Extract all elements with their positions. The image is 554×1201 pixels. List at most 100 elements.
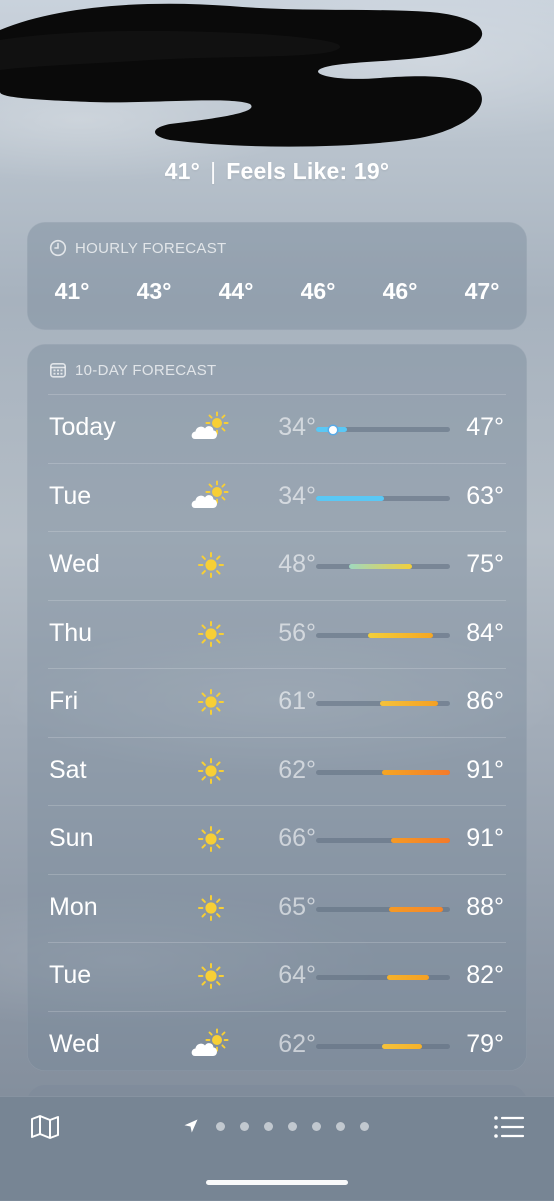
calendar-icon — [49, 361, 67, 379]
location-arrow-icon — [183, 1118, 199, 1134]
map-button[interactable] — [28, 1112, 62, 1142]
low-temp: 64° — [278, 961, 316, 989]
sun-icon — [189, 754, 233, 788]
day-row[interactable]: Thu 56° 84° — [48, 599, 506, 669]
day-name: Tue — [49, 481, 92, 510]
day-name: Fri — [49, 687, 79, 715]
page-dot[interactable] — [311, 1121, 321, 1131]
high-temp: 86° — [466, 687, 504, 715]
high-temp: 63° — [466, 481, 504, 510]
day-row[interactable]: Wed 62° 79° — [48, 1010, 506, 1080]
hourly-forecast-title: HOURLY FORECAST — [75, 239, 227, 257]
day-name: Sun — [49, 824, 94, 852]
day-row[interactable]: Mon 65° 88° — [48, 873, 506, 943]
low-temp: 61° — [278, 687, 316, 715]
low-temp: 48° — [278, 550, 316, 578]
sun-icon — [189, 548, 233, 582]
hourly-temp: 43° — [136, 278, 172, 304]
temp-range-bar — [316, 1043, 450, 1049]
high-temp: 91° — [466, 755, 504, 784]
high-temp: 79° — [466, 1029, 504, 1058]
sun-icon — [189, 685, 233, 719]
day-name: Sat — [49, 755, 87, 784]
hourly-forecast-header: HOURLY FORECAST — [27, 236, 226, 260]
low-temp: 62° — [278, 755, 316, 784]
current-conditions: 41° | Feels Like: 19° — [0, 158, 554, 185]
hourly-temp: 46° — [300, 278, 336, 304]
low-temp: 56° — [278, 618, 316, 647]
low-temp: 34° — [278, 481, 316, 510]
hourly-forecast-card[interactable]: HOURLY FORECAST 41° 43° 44° 46° 46° 47° — [27, 222, 527, 330]
temp-range-bar — [316, 701, 450, 706]
partly-sunny-icon — [189, 479, 233, 514]
temp-range-bar — [316, 564, 450, 569]
map-icon — [31, 1115, 59, 1139]
temp-range-fill — [386, 975, 429, 980]
temp-range-fill — [367, 632, 434, 638]
partly-sunny-icon — [189, 1027, 233, 1062]
day-name: Thu — [49, 618, 93, 647]
home-indicator[interactable] — [206, 1180, 348, 1185]
current-temp: 41° — [164, 158, 201, 184]
high-temp: 88° — [466, 892, 504, 921]
page-dot[interactable] — [215, 1121, 225, 1131]
temp-range-fill — [388, 906, 443, 912]
low-temp: 62° — [278, 1029, 316, 1058]
page-indicator[interactable] — [183, 1118, 376, 1134]
sun-icon — [189, 617, 233, 651]
temp-range-bar — [316, 495, 450, 501]
day-row[interactable]: Today 34° 47° — [48, 394, 506, 463]
current-temp-dot — [328, 425, 337, 434]
high-temp: 75° — [466, 550, 504, 578]
hourly-temp: 44° — [218, 278, 254, 304]
high-temp: 84° — [466, 618, 504, 647]
page-dot[interactable] — [239, 1121, 249, 1131]
bottom-toolbar — [0, 1096, 554, 1201]
day-name: Tue — [49, 961, 92, 989]
ten-day-forecast-header: 10-DAY FORECAST — [27, 358, 216, 382]
ten-day-forecast-title: 10-DAY FORECAST — [75, 361, 217, 379]
separator: | — [210, 158, 217, 184]
location-list-button[interactable] — [492, 1112, 526, 1142]
temp-range-bar — [316, 425, 450, 434]
sun-icon — [189, 822, 233, 856]
clock-icon — [49, 239, 67, 257]
day-row[interactable]: Fri 61° 86° — [48, 668, 506, 737]
temp-range-fill — [391, 838, 450, 843]
high-temp: 91° — [466, 824, 504, 852]
high-temp: 47° — [466, 413, 504, 441]
sun-icon — [189, 959, 233, 993]
hourly-temp: 41° — [54, 278, 90, 304]
low-temp: 66° — [278, 824, 316, 852]
day-row[interactable]: Wed 48° 75° — [48, 531, 506, 600]
redacted-location — [0, 3, 483, 147]
high-temp: 82° — [466, 961, 504, 989]
temp-range-bar — [316, 838, 450, 843]
temp-range-fill — [316, 495, 385, 501]
ten-day-forecast-card[interactable]: 10-DAY FORECAST Today 34° 47° Tue 34° 63° Wed 4… — [27, 344, 527, 1071]
day-row[interactable]: Sat 62° 91° — [48, 736, 506, 806]
temp-range-bar — [316, 975, 450, 980]
day-row[interactable]: Tue 34° 63° — [48, 462, 506, 532]
feels-like: Feels Like: 19° — [226, 158, 390, 184]
temp-range-fill — [381, 769, 450, 775]
temp-range-bar — [316, 632, 450, 638]
temp-range-fill — [381, 1043, 422, 1049]
temp-range-fill — [379, 701, 439, 706]
page-dot[interactable] — [359, 1121, 369, 1131]
page-dot[interactable] — [335, 1121, 345, 1131]
temp-range-bar — [316, 906, 450, 912]
temp-range-fill — [348, 564, 413, 569]
hourly-temp: 46° — [382, 278, 418, 304]
low-temp: 34° — [278, 413, 316, 441]
hourly-temp: 47° — [464, 278, 500, 304]
day-name: Mon — [49, 892, 98, 921]
day-row[interactable]: Sun 66° 91° — [48, 805, 506, 874]
day-row[interactable]: Tue 64° 82° — [48, 942, 506, 1011]
hourly-temps: 41° 43° 44° 46° 46° 47° — [27, 278, 527, 305]
low-temp: 65° — [278, 892, 316, 921]
day-name: Wed — [49, 550, 100, 578]
page-dot[interactable] — [287, 1121, 297, 1131]
page-dot[interactable] — [263, 1121, 273, 1131]
daily-list: Today 34° 47° Tue 34° 63° Wed 48° 75° Thu 56° 84° Fr… — [27, 394, 527, 1079]
